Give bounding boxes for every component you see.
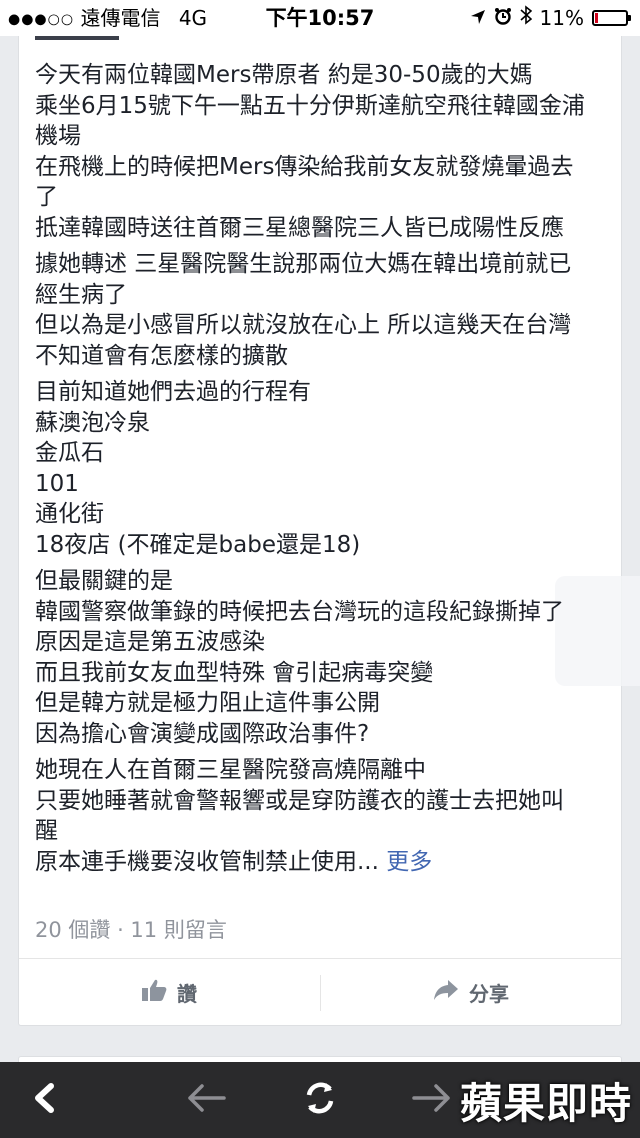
- post-line: 經生病了: [35, 281, 127, 308]
- post-line: 但最關鍵的是: [35, 568, 173, 594]
- post-line: 抵達韓國時送往首爾三星總醫院三人皆已成陽性反應: [35, 214, 564, 241]
- share-button[interactable]: 分享: [321, 959, 621, 1025]
- post-last-line: 原本連手機要沒收管制禁止使用... 更多: [35, 847, 615, 878]
- post-paragraph: 她現在人在首爾三星醫院發高燒隔離中 只要她睡著就會警報響或是穿防護衣的護士去把她…: [35, 755, 615, 877]
- post-line: 不知道會有怎麼樣的擴散: [35, 342, 288, 369]
- post-line: 通化街: [35, 501, 104, 527]
- post-paragraph: 今天有兩位韓國Mers帶原者 約是30-50歲的大媽 乘坐6月15號下午一點五十…: [35, 60, 615, 243]
- post-line: 101: [35, 470, 79, 497]
- post-line: 只要她睡著就會警報響或是穿防護衣的護士去把她叫: [35, 787, 564, 814]
- post-line: 蘇澳泡冷泉: [35, 409, 150, 436]
- post-paragraph: 但最關鍵的是 韓國警察做筆錄的時候把去台灣玩的這段紀錄撕掉了 原因是這是第五波感…: [35, 566, 615, 749]
- post-line: 原因是這是第五波感染: [35, 629, 265, 655]
- post-line: 機場: [35, 123, 81, 149]
- post-paragraph: 目前知道她們去過的行程有 蘇澳泡冷泉 金瓜石 101 通化街 18夜店 (不確定…: [35, 377, 615, 560]
- post-line: 因為擔心會演變成國際政治事件?: [35, 720, 370, 747]
- bluetooth-icon: [520, 0, 532, 36]
- status-bar: ●●●○○ 遠傳電信 4G 下午10:57 11%: [0, 0, 640, 36]
- post-action-bar: 讚 分享: [19, 959, 621, 1025]
- thumbs-up-icon: [141, 978, 167, 1007]
- battery-icon: [592, 10, 631, 26]
- post-line: 金瓜石: [35, 440, 104, 466]
- chevron-left-icon: [31, 1083, 57, 1117]
- arrow-left-icon: [186, 1083, 226, 1117]
- post-body: 今天有兩位韓國Mers帶原者 約是30-50歲的大媽 乘坐6月15號下午一點五十…: [35, 60, 615, 883]
- post-line: 在飛機上的時候把Mers傳染給我前女友就發燒暈過去: [35, 153, 574, 180]
- post-line: 而且我前女友血型特殊 會引起病毒突變: [35, 659, 434, 686]
- watermark-logo: 蘋果即時: [459, 1079, 632, 1128]
- reload-button[interactable]: [296, 1076, 344, 1124]
- post-line: 了: [35, 184, 58, 210]
- status-icons: 11%: [470, 0, 631, 36]
- post-card: 今天有兩位韓國Mers帶原者 約是30-50歲的大媽 乘坐6月15號下午一點五十…: [18, 36, 640, 1026]
- alarm-clock-icon: [494, 0, 512, 36]
- post-line: 據她轉述 三星醫院醫生說那兩位大媽在韓出境前就已: [35, 251, 572, 277]
- post-line: 目前知道她們去過的行程有: [35, 379, 311, 405]
- post-line: 她現在人在首爾三星醫院發高燒隔離中: [35, 757, 426, 783]
- post-truncated-text: 原本連手機要沒收管制禁止使用...: [35, 848, 379, 875]
- post-paragraph: 據她轉述 三星醫院醫生說那兩位大媽在韓出境前就已 經生病了 但以為是小感冒所以就…: [35, 249, 615, 371]
- post-line: 但以為是小感冒所以就沒放在心上 所以這幾天在台灣: [35, 312, 572, 338]
- post-line: 但是韓方就是極力阻止這件事公開: [35, 690, 380, 716]
- like-label: 讚: [177, 981, 197, 1006]
- like-button[interactable]: 讚: [19, 959, 319, 1025]
- see-more-link[interactable]: 更多: [386, 849, 432, 875]
- share-arrow-icon: [433, 979, 459, 1006]
- reaction-counts[interactable]: 20 個讚 · 11 則留言: [35, 914, 227, 944]
- close-back-button[interactable]: [20, 1076, 68, 1124]
- post-line: 醒: [35, 818, 58, 844]
- back-button[interactable]: [182, 1076, 230, 1124]
- post-line: 18夜店 (不確定是babe還是18): [35, 531, 361, 558]
- location-arrow-icon: [470, 0, 486, 36]
- arrow-right-icon: [412, 1083, 452, 1117]
- forward-button[interactable]: [408, 1076, 456, 1124]
- avatar[interactable]: [35, 36, 119, 40]
- refresh-icon: [301, 1079, 339, 1121]
- battery-percent: 11%: [539, 6, 584, 30]
- share-label: 分享: [469, 981, 509, 1006]
- post-line: 韓國警察做筆錄的時候把去台灣玩的這段紀錄撕掉了: [35, 598, 564, 625]
- battery-level: [595, 13, 598, 23]
- post-line: 乘坐6月15號下午一點五十分伊斯達航空飛往韓國金浦: [35, 92, 585, 119]
- post-line: 今天有兩位韓國Mers帶原者 約是30-50歲的大媽: [35, 62, 533, 88]
